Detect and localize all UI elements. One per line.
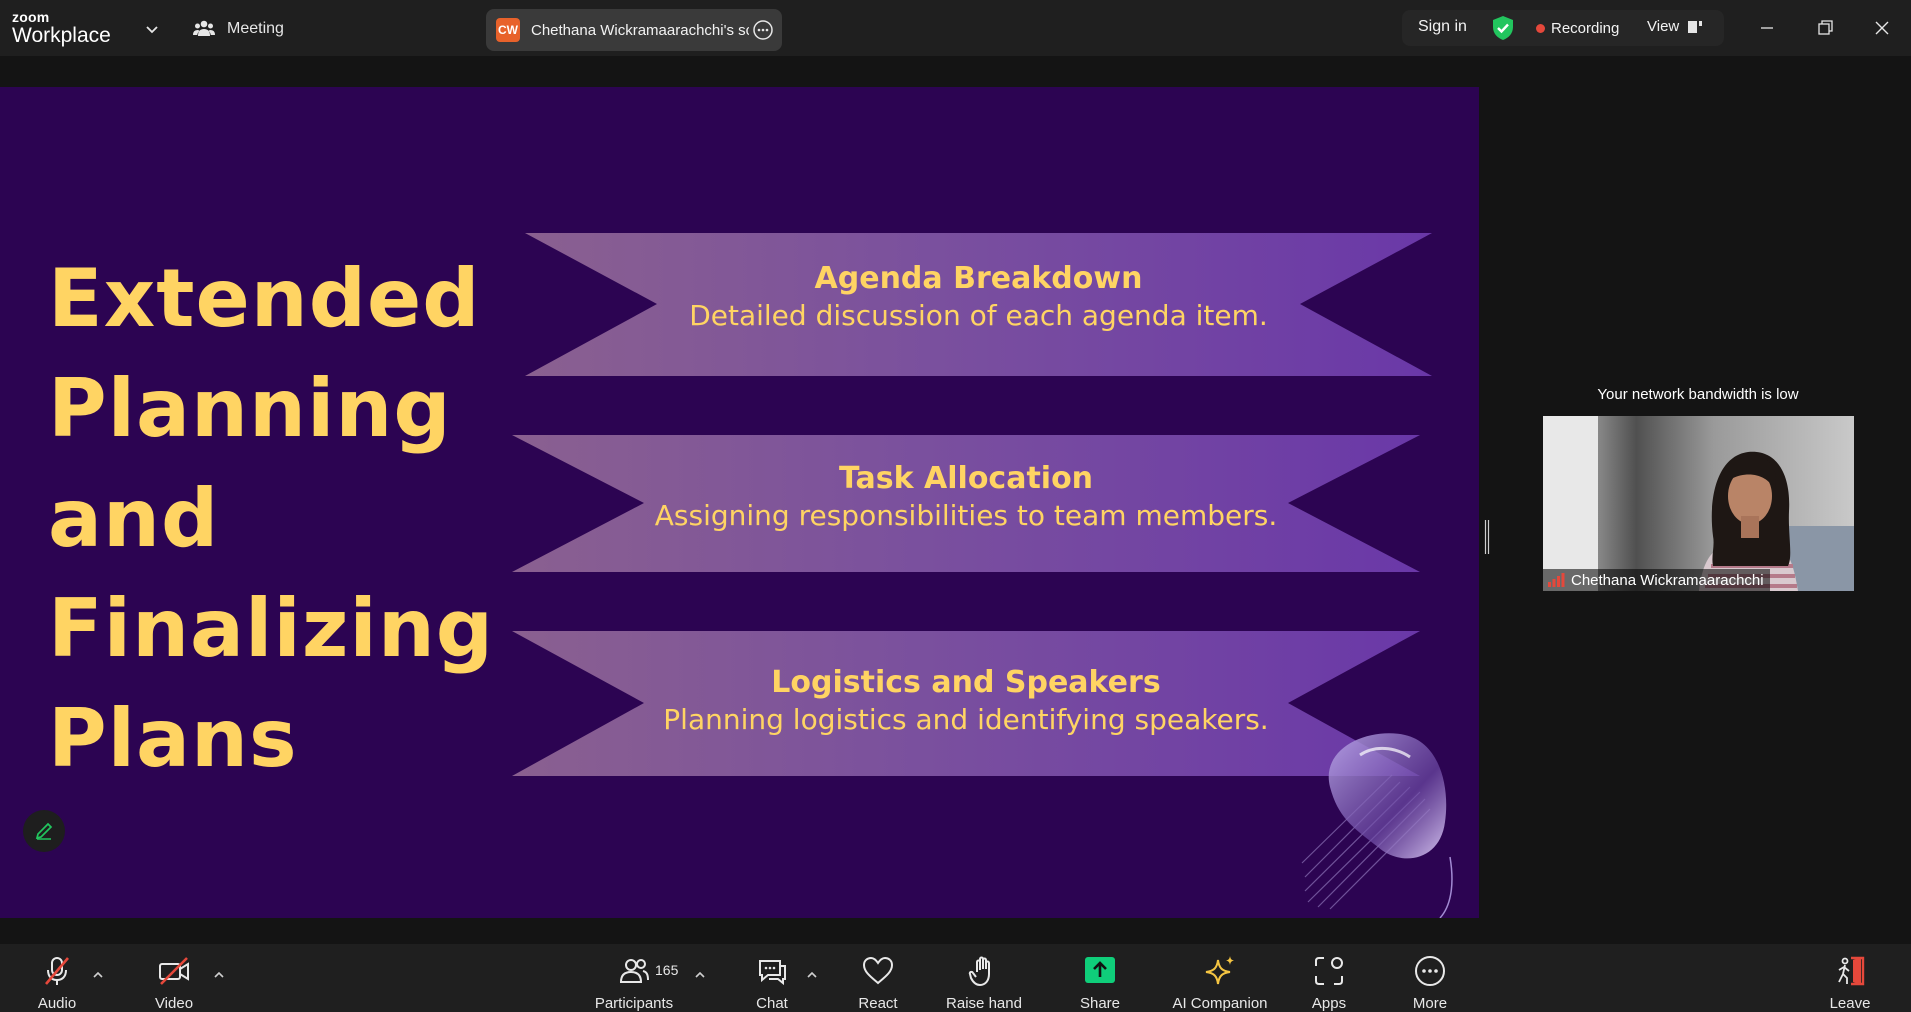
resize-handle[interactable] <box>1484 520 1490 554</box>
title-bar: zoom Workplace Meeting CW Chethana Wickr… <box>0 0 1911 56</box>
pencil-icon <box>35 822 53 840</box>
more-options-icon[interactable] <box>752 19 774 41</box>
top-right-group: Sign in Recording View <box>1402 10 1724 46</box>
ribbon-body: Detailed discussion of each agenda item. <box>689 299 1268 332</box>
meeting-stage: Extended Planning and Finalizing Plans A… <box>0 56 1911 944</box>
logo-line-1: zoom <box>12 9 50 25</box>
apps-button[interactable]: Apps <box>1274 954 1384 1012</box>
more-label: More <box>1412 995 1448 1012</box>
ribbon-heading: Task Allocation <box>838 461 1094 496</box>
signal-bars-icon <box>1548 573 1565 587</box>
audio-options-chevron-icon[interactable] <box>91 970 105 980</box>
leave-door-icon <box>1838 956 1865 986</box>
sparkle-icon <box>1205 956 1234 985</box>
logo-line-2: Workplace <box>12 24 111 47</box>
meeting-menu-button[interactable]: Meeting <box>193 14 284 44</box>
apps-label: Apps <box>1311 995 1347 1012</box>
close-icon[interactable] <box>1868 14 1896 42</box>
raise-hand-button[interactable]: Raise hand <box>929 954 1039 1012</box>
recording-indicator[interactable]: Recording <box>1536 20 1619 37</box>
camera-off-icon <box>159 957 189 985</box>
ribbon-body: Planning logistics and identifying speak… <box>663 703 1269 736</box>
share-screen-icon <box>1085 957 1115 983</box>
participants-options-chevron-icon[interactable] <box>693 970 707 980</box>
zoom-workplace-logo: zoom Workplace <box>12 10 111 46</box>
participant-name: Chethana Wickramaarachchi <box>1571 571 1764 589</box>
meeting-label: Meeting <box>227 20 284 37</box>
slide-title-line: Plans <box>48 692 298 785</box>
shared-slide: Extended Planning and Finalizing Plans A… <box>0 87 1479 918</box>
meeting-toolbar: Audio Video Participants 165 Chat React … <box>0 944 1911 1012</box>
slide-title-line: Planning <box>48 362 452 455</box>
network-warning: Your network bandwidth is low <box>1597 386 1799 403</box>
ribbon-3-text: Logistics and Speakers Planning logistic… <box>512 664 1420 738</box>
view-label: View <box>1647 18 1680 35</box>
ribbon-body: Assigning responsibilities to team membe… <box>654 499 1278 532</box>
ribbon-heading: Agenda Breakdown <box>814 261 1143 296</box>
participant-name-bar: Chethana Wickramaarachchi <box>1543 569 1770 591</box>
ai-companion-button[interactable]: AI Companion <box>1165 954 1275 1012</box>
raise-hand-icon <box>968 956 990 987</box>
participants-count: 165 <box>655 962 679 978</box>
chat-icon <box>759 960 786 986</box>
apps-icon <box>1315 957 1343 985</box>
chat-options-chevron-icon[interactable] <box>805 970 819 980</box>
participant-video-frame <box>1543 416 1854 591</box>
ai-companion-label: AI Companion <box>1172 995 1268 1012</box>
screen-share-tab[interactable]: CW Chethana Wickramaarachchi's scr <box>486 9 782 51</box>
share-button[interactable]: Share <box>1045 954 1155 1012</box>
more-icon <box>1415 956 1445 986</box>
react-label: React <box>858 995 898 1012</box>
ribbon-1-text: Agenda Breakdown Detailed discussion of … <box>525 260 1432 334</box>
minimize-icon[interactable] <box>1753 14 1781 42</box>
security-shield-icon[interactable] <box>1491 15 1515 41</box>
slide-title-line: Extended <box>48 252 481 345</box>
sign-in-button[interactable]: Sign in <box>1418 18 1467 36</box>
audio-button[interactable]: Audio <box>2 954 112 1012</box>
leave-label: Leave <box>1829 995 1871 1012</box>
screen-share-name: Chethana Wickramaarachchi's scr <box>531 21 749 39</box>
participant-video-tile[interactable]: Chethana Wickramaarachchi <box>1543 416 1854 591</box>
chat-label: Chat <box>756 995 788 1012</box>
ribbon-2-text: Task Allocation Assigning responsibiliti… <box>512 460 1420 534</box>
chevron-down-icon[interactable] <box>143 20 161 38</box>
video-label: Video <box>154 995 194 1012</box>
participants-group-icon <box>193 20 215 36</box>
share-label: Share <box>1079 995 1121 1012</box>
video-options-chevron-icon[interactable] <box>212 970 226 980</box>
chat-button[interactable]: Chat <box>717 954 827 1012</box>
presenter-avatar: CW <box>496 18 520 42</box>
view-button[interactable]: View <box>1647 18 1703 35</box>
heart-icon <box>862 956 894 985</box>
recording-dot-icon <box>1536 24 1545 33</box>
leave-button[interactable]: Leave <box>1795 954 1905 1012</box>
slide-title-line: Finalizing <box>48 582 495 675</box>
video-button[interactable]: Video <box>119 954 229 1012</box>
annotate-button[interactable] <box>23 810 65 852</box>
view-layout-icon <box>1688 20 1703 33</box>
slide-title-line: and <box>48 472 220 565</box>
raise-hand-label: Raise hand <box>946 995 1022 1012</box>
participants-icon <box>619 959 649 983</box>
participants-label: Participants <box>594 995 674 1012</box>
recording-label: Recording <box>1551 20 1620 37</box>
react-button[interactable]: React <box>823 954 933 1012</box>
more-button[interactable]: More <box>1375 954 1485 1012</box>
audio-label: Audio <box>37 995 77 1012</box>
ribbon-heading: Logistics and Speakers <box>771 665 1161 700</box>
slide-title: Extended Planning and Finalizing Plans <box>48 244 495 794</box>
microphone-muted-icon <box>45 957 69 985</box>
restore-icon[interactable] <box>1811 14 1839 42</box>
